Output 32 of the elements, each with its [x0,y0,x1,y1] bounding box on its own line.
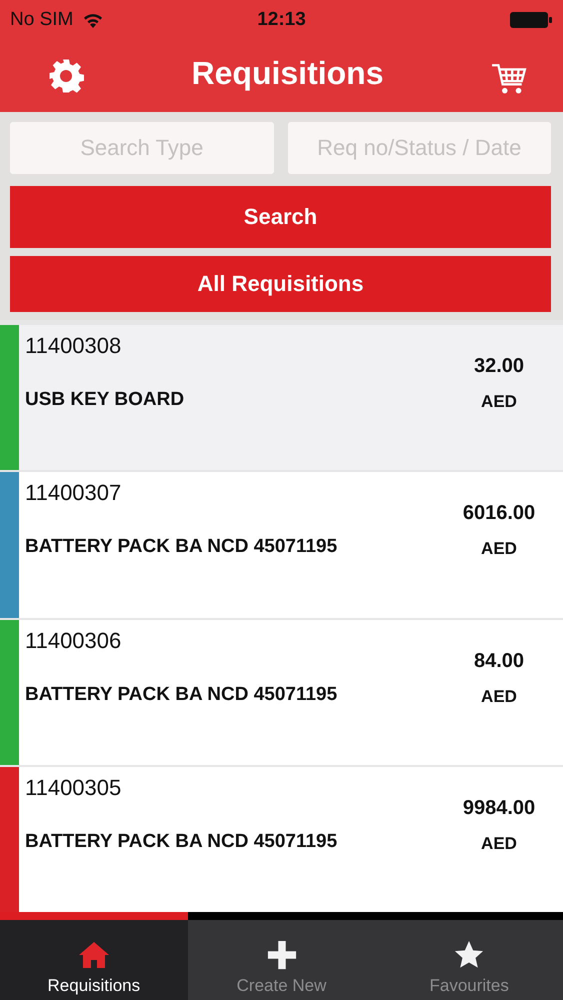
requisition-row[interactable]: 11400306 BATTERY PACK BA NCD 45071195 84.00 AED [0,620,563,765]
currency-text: AED [481,686,517,706]
search-button[interactable]: Search [10,186,551,248]
requisition-number: 11400307 [25,480,122,508]
home-icon [78,940,110,970]
status-time: 12:13 [257,9,306,31]
battery-icon [508,11,553,29]
requisition-row[interactable]: 11400305 BATTERY PACK BA NCD 45071195 9984.00 AED [0,766,563,912]
currency-text: AED [481,539,517,560]
requisition-number: 11400306 [25,628,122,654]
amount-text: 6016.00 [462,502,536,526]
requisition-row[interactable]: 11400307 BATTERY PACK BA NCD 45071195 6016.00 AED [0,472,563,618]
item-description: USB KEY BOARD [25,389,186,411]
star-icon [453,940,486,970]
screen-title: Requisitions [191,54,384,92]
requisition-number: 11400305 [25,774,122,802]
carrier-text: No SIM [10,9,74,31]
amount-text: 32.00 [474,355,524,378]
currency-text: AED [481,834,517,854]
item-description: BATTERY PACK BA NCD 45071195 [25,684,338,706]
requisition-row[interactable]: 11400308 USB KEY BOARD 32.00 AED [0,325,563,470]
item-description: BATTERY PACK BA NCD 45071195 [25,536,338,558]
amount-text: 9984.00 [462,796,536,820]
plus-icon [266,940,298,970]
amount-text: 84.00 [474,650,524,672]
currency-text: AED [481,392,517,412]
settings-icon [48,58,84,94]
cart-icon [490,62,527,96]
all-requisitions-button[interactable]: All Requisitions [10,256,551,312]
item-description: BATTERY PACK BA NCD 45071195 [25,830,338,853]
requisition-number: 11400308 [25,333,122,360]
tab-item[interactable]: Requisitions [0,912,188,1000]
